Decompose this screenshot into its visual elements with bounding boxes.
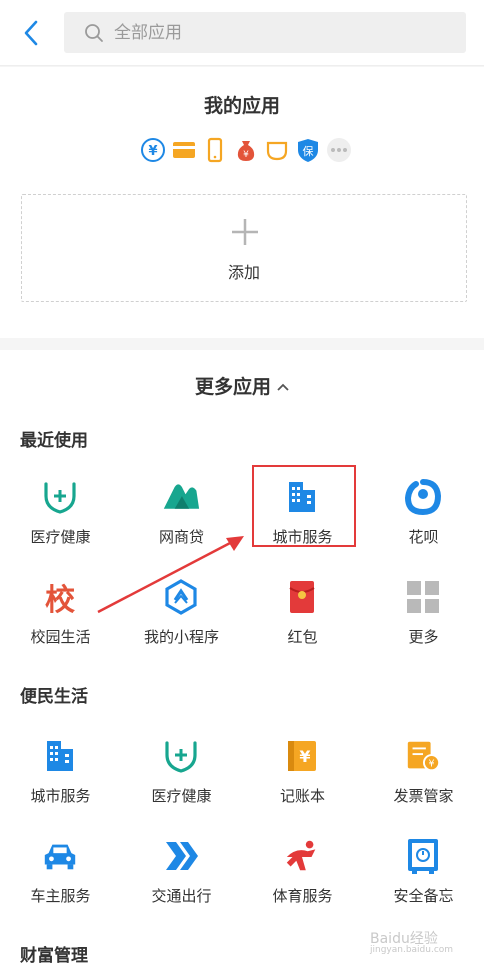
app-tile-invoice[interactable]: ¥ 发票管家 — [363, 727, 484, 823]
app-tile-transit[interactable]: 交通出行 — [121, 827, 242, 923]
red-envelope-icon — [283, 578, 321, 616]
watermark: Baidu经验 jingyan.baidu.com — [370, 928, 453, 955]
app-label: 记账本 — [279, 787, 325, 805]
app-tile-medical[interactable]: 医疗健康 — [0, 468, 121, 564]
app-label: 交通出行 — [151, 887, 212, 905]
safe-icon — [404, 837, 442, 875]
app-label: 花呗 — [408, 528, 439, 546]
search-input[interactable] — [114, 22, 454, 43]
car-icon — [41, 837, 79, 875]
app-tile-loan[interactable]: 网商贷 — [121, 468, 242, 564]
search-bar[interactable] — [64, 12, 466, 53]
app-tile-safe-memo[interactable]: 安全备忘 — [363, 827, 484, 923]
cup-icon — [264, 137, 290, 163]
app-label: 更多 — [408, 628, 439, 646]
top-bar — [0, 0, 484, 66]
section-title-recent: 最近使用 — [20, 431, 88, 451]
app-label: 网商贷 — [158, 528, 204, 546]
ledger-icon: ¥ — [283, 737, 321, 775]
phone-icon — [202, 137, 228, 163]
app-label: 车主服务 — [30, 887, 91, 905]
app-tile-car-service[interactable]: 车主服务 — [0, 827, 121, 923]
yuan-icon: ¥ — [140, 137, 166, 163]
svg-text:¥: ¥ — [243, 150, 249, 160]
mountain-icon — [162, 478, 200, 516]
sports-icon — [283, 837, 321, 875]
city-building-icon — [41, 737, 79, 775]
chevron-up-icon — [277, 374, 289, 396]
my-apps-title: 我的应用 — [203, 95, 280, 117]
app-label: 体育服务 — [272, 887, 333, 905]
plus-icon — [232, 219, 258, 245]
app-tile-campus[interactable]: 校 校园生活 — [0, 568, 121, 664]
app-label: 发票管家 — [393, 787, 454, 805]
card-icon — [171, 137, 197, 163]
school-icon: 校 — [45, 583, 75, 618]
app-tile-sports[interactable]: 体育服务 — [242, 827, 363, 923]
svg-text:¥: ¥ — [429, 758, 435, 769]
more-apps-header[interactable]: 更多应用 — [0, 372, 484, 399]
transit-arrow-icon — [162, 837, 200, 875]
invoice-icon: ¥ — [404, 737, 442, 775]
app-tile-mini-program[interactable]: 我的小程序 — [121, 568, 242, 664]
mini-program-icon — [162, 578, 200, 616]
back-button[interactable] — [18, 18, 44, 48]
medical-heart-icon — [41, 478, 79, 516]
highlight-box — [252, 465, 356, 547]
app-label: 医疗健康 — [30, 528, 91, 546]
section-title-life: 便民生活 — [20, 687, 88, 707]
watermark-sub: jingyan.baidu.com — [370, 945, 454, 955]
app-label: 安全备忘 — [393, 887, 454, 905]
app-tile-ledger[interactable]: ¥ 记账本 — [242, 727, 363, 823]
search-icon — [85, 23, 103, 42]
money-bag-icon: ¥ — [233, 137, 259, 163]
section-title-wealth: 财富管理 — [20, 946, 88, 966]
app-tile-red-envelope[interactable]: 红包 — [242, 568, 363, 664]
my-apps-icon-row[interactable]: ¥ ¥ 保 — [140, 137, 352, 163]
app-tile-city-service-2[interactable]: 城市服务 — [0, 727, 121, 823]
app-tile-more[interactable]: 更多 — [363, 568, 484, 664]
add-app-button[interactable]: 添加 — [21, 194, 467, 302]
app-label: 医疗健康 — [151, 787, 212, 805]
svg-text:保: 保 — [303, 144, 314, 158]
app-tile-medical-2[interactable]: 医疗健康 — [121, 727, 242, 823]
app-label: 城市服务 — [30, 787, 91, 805]
add-app-label: 添加 — [227, 263, 260, 282]
app-label: 红包 — [287, 628, 318, 646]
app-label: 校园生活 — [30, 628, 91, 646]
medical-heart-icon — [162, 737, 200, 775]
more-apps-title: 更多应用 — [194, 376, 271, 398]
app-tile-huabei[interactable]: 花呗 — [363, 468, 484, 564]
huabei-icon — [404, 478, 442, 516]
svg-text:¥: ¥ — [299, 747, 310, 766]
app-label: 我的小程序 — [143, 628, 219, 646]
svg-text:¥: ¥ — [148, 144, 157, 159]
my-apps-panel: 我的应用 ¥ ¥ 保 添加 — [0, 67, 484, 338]
more-dots-icon — [326, 137, 352, 163]
back-arrow-icon — [24, 20, 38, 46]
insurance-icon: 保 — [295, 137, 321, 163]
grid-more-icon — [404, 578, 442, 616]
